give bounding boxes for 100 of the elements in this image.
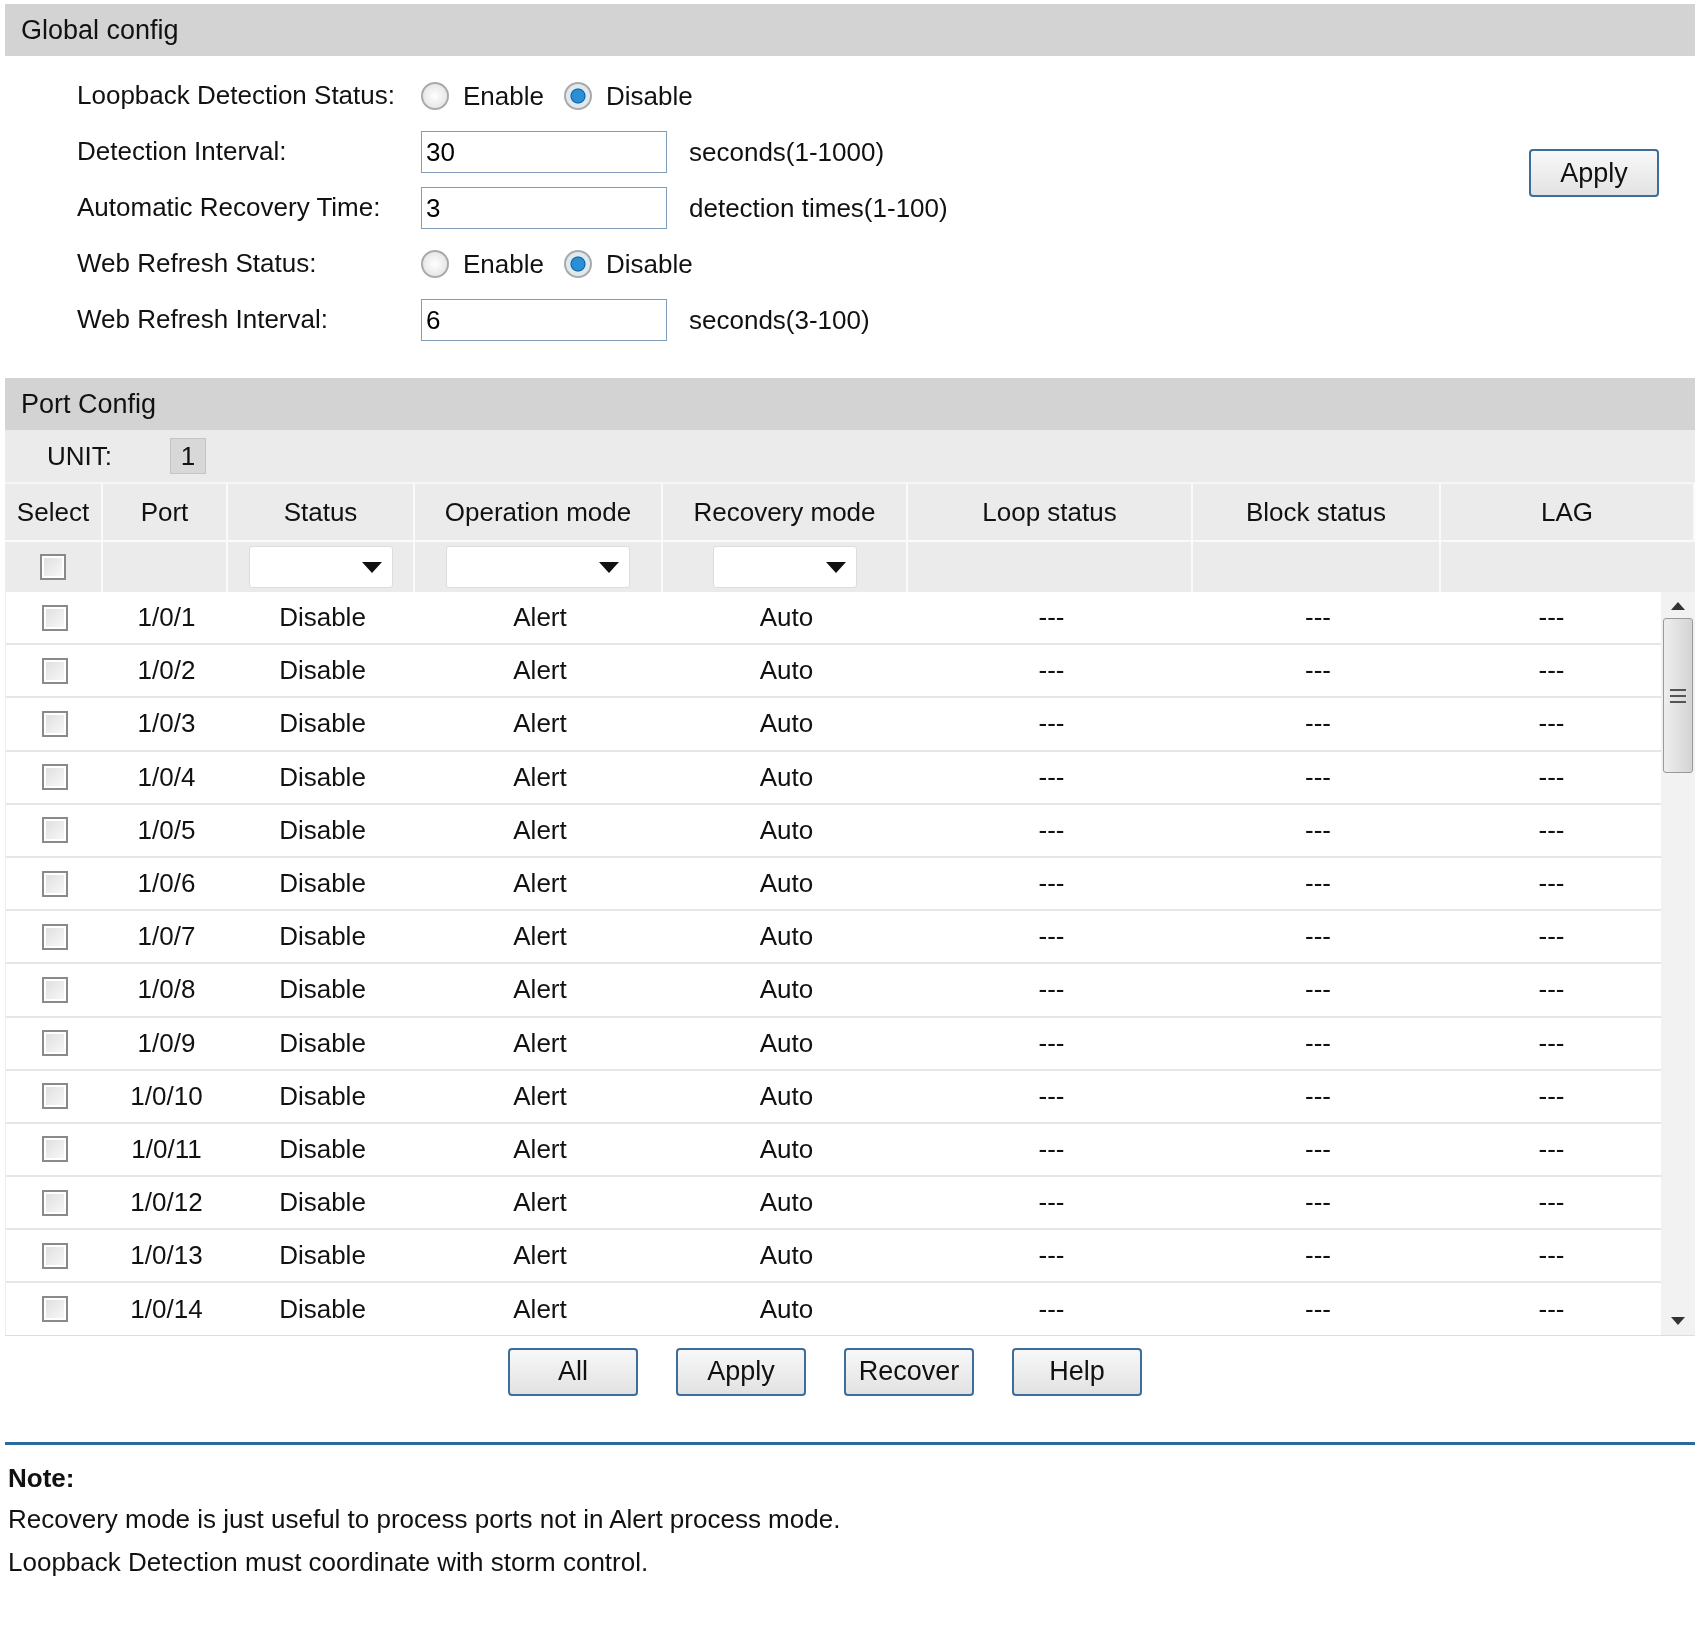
- column-header: Select: [5, 484, 103, 542]
- table-cell-text: ---: [1304, 1132, 1332, 1166]
- table-cell-text: Disable: [278, 1079, 367, 1113]
- table-cell-text: ---: [1537, 1132, 1566, 1166]
- row-checkbox[interactable]: [42, 923, 68, 950]
- row-checkbox[interactable]: [42, 976, 68, 1003]
- table-cell-text: ---: [1304, 654, 1332, 688]
- table-cell-text: Disable: [278, 654, 367, 688]
- table-cell-text: ---: [1304, 813, 1332, 847]
- input-field[interactable]: 30: [421, 131, 667, 173]
- table-cell-text: Auto: [758, 1239, 815, 1273]
- row-checkbox[interactable]: [42, 604, 68, 631]
- table-cell-text: ---: [1037, 1186, 1066, 1220]
- caret-icon: [599, 561, 619, 573]
- table-cell-text: Alert: [512, 1132, 568, 1166]
- table-cell-text: Alert: [512, 1292, 568, 1326]
- row-checkbox[interactable]: [42, 764, 68, 791]
- unit-label: UNIT:: [47, 440, 112, 472]
- table-cell-text: Alert: [512, 760, 568, 794]
- apply-button[interactable]: Apply: [1529, 149, 1659, 197]
- table-cell-text: Auto: [758, 760, 815, 794]
- action-button[interactable]: Help: [1012, 1347, 1142, 1396]
- scroll-down-icon[interactable]: [1671, 1316, 1685, 1325]
- table-cell-text: ---: [1537, 1186, 1566, 1220]
- select-all-checkbox[interactable]: [40, 554, 66, 580]
- table-cell-text: 1/0/3: [136, 707, 197, 741]
- table-cell-text: ---: [1537, 1292, 1566, 1326]
- field-label: Web Refresh Status:: [77, 247, 318, 281]
- table-cell-text: ---: [1304, 707, 1332, 741]
- row-checkbox[interactable]: [42, 1083, 68, 1110]
- table-cell-text: Auto: [758, 1186, 815, 1220]
- radio-button[interactable]: [421, 82, 449, 110]
- input-field[interactable]: 6: [421, 299, 667, 341]
- table-cell-text: ---: [1037, 1079, 1066, 1113]
- table-cell-text: ---: [1537, 867, 1566, 901]
- table-cell-text: Auto: [758, 1026, 815, 1060]
- table-cell-text: ---: [1537, 920, 1566, 954]
- row-checkbox[interactable]: [42, 1136, 68, 1163]
- table-cell-text: 1/0/9: [136, 1026, 197, 1060]
- action-button[interactable]: All: [508, 1347, 638, 1396]
- table-cell-text: Alert: [512, 867, 568, 901]
- table-cell-text: ---: [1037, 654, 1066, 688]
- table-cell-text: ---: [1037, 1239, 1066, 1273]
- table-cell-text: ---: [1304, 973, 1332, 1007]
- table-cell-text: ---: [1304, 1079, 1332, 1113]
- table-cell-text: Disable: [278, 760, 367, 794]
- field-hint: seconds(1-1000): [689, 136, 885, 168]
- scroll-up-icon[interactable]: [1671, 602, 1685, 610]
- table-cell-text: ---: [1037, 813, 1066, 847]
- table-cell-text: ---: [1304, 601, 1332, 635]
- row-checkbox[interactable]: [42, 1030, 68, 1057]
- column-header: Recovery mode: [663, 484, 908, 542]
- table-cell-text: ---: [1304, 920, 1332, 954]
- row-checkbox[interactable]: [42, 657, 68, 684]
- table-cell-text: Auto: [758, 654, 815, 688]
- row-checkbox[interactable]: [42, 870, 68, 897]
- unit-tab[interactable]: 1: [170, 438, 206, 474]
- row-checkbox[interactable]: [42, 1242, 68, 1269]
- caret-icon: [361, 561, 382, 573]
- table-cell-text: Alert: [512, 654, 568, 688]
- row-checkbox[interactable]: [42, 817, 68, 844]
- table-cell-text: ---: [1304, 760, 1332, 794]
- column-header: Loop status: [908, 484, 1193, 542]
- radio-button[interactable]: [563, 82, 592, 110]
- row-checkbox[interactable]: [42, 710, 68, 737]
- table-cell-text: ---: [1304, 1186, 1332, 1220]
- section-header: Port Config: [5, 378, 1695, 430]
- field-label: Detection Interval:: [77, 135, 288, 169]
- input-field[interactable]: 3: [421, 187, 667, 229]
- table-cell-text: Auto: [758, 920, 815, 954]
- table-cell-text: 1/0/6: [136, 867, 197, 901]
- table-cell-text: ---: [1537, 1026, 1566, 1060]
- table-cell-text: Disable: [278, 1026, 367, 1060]
- action-button[interactable]: Apply: [676, 1347, 806, 1396]
- table-cell-text: Alert: [512, 920, 568, 954]
- table-cell-text: ---: [1537, 707, 1566, 741]
- column-header: Status: [228, 484, 415, 542]
- row-checkbox[interactable]: [42, 1189, 68, 1216]
- row-checkbox[interactable]: [42, 1296, 68, 1323]
- table-cell-text: ---: [1037, 973, 1066, 1007]
- column-header: Port: [103, 484, 228, 542]
- table-cell-text: ---: [1304, 1026, 1332, 1060]
- field-label: Loopback Detection Status:: [77, 79, 396, 113]
- table-cell-text: Auto: [758, 813, 815, 847]
- scrollbar-thumb[interactable]: [1663, 618, 1693, 773]
- radio-button[interactable]: [421, 250, 449, 278]
- radio-button[interactable]: [563, 250, 592, 278]
- note-text: Loopback Detection must coordinate with storm control.: [8, 1546, 650, 1578]
- action-button[interactable]: Recover: [844, 1347, 974, 1396]
- table-cell-text: Auto: [758, 1079, 815, 1113]
- scrollbar[interactable]: [1661, 592, 1695, 1335]
- table-cell-text: Alert: [512, 813, 568, 847]
- radio-label: Enable: [463, 248, 544, 280]
- table-cell-text: ---: [1037, 1132, 1066, 1166]
- table-cell-text: 1/0/5: [136, 813, 197, 847]
- table-cell-text: ---: [1037, 1026, 1066, 1060]
- table-cell-text: 1/0/8: [136, 973, 197, 1007]
- column-header: Block status: [1193, 484, 1441, 542]
- table-cell-text: ---: [1037, 920, 1066, 954]
- table-cell-text: Disable: [278, 707, 367, 741]
